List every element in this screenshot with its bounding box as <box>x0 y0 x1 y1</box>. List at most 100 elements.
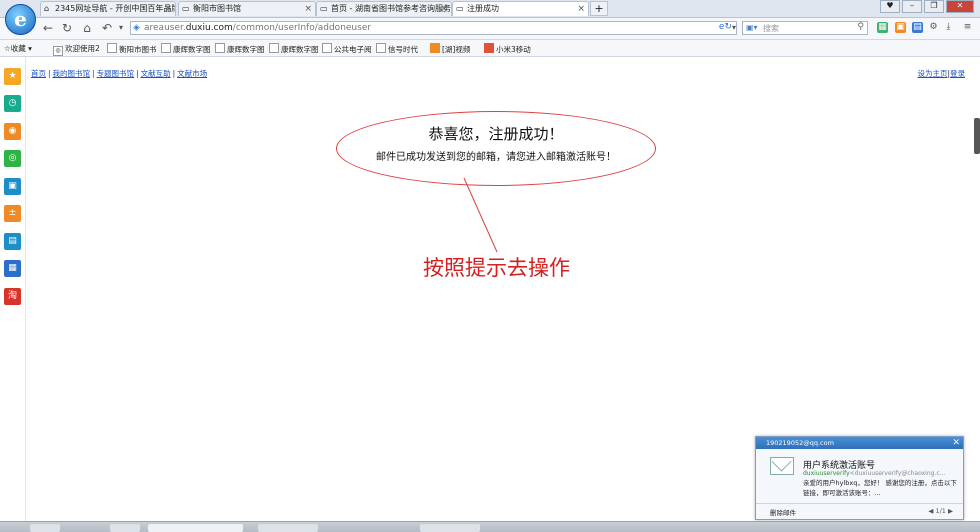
reader-icon <box>322 43 332 53</box>
calculator-icon[interactable]: ± <box>4 205 21 222</box>
taskbar <box>0 521 980 532</box>
taobao-icon[interactable]: 淘 <box>4 288 21 305</box>
bookmark-item[interactable]: 康辉数字图 <box>161 43 211 55</box>
nav-link-doc-exchange[interactable]: 文献互助 <box>141 69 171 78</box>
tab-label: 首页 - 湖南省图书馆参考咨询服务 <box>331 4 451 13</box>
notification-account: 190219052@qq.com <box>766 439 834 447</box>
bookmarks-bar: ☆收藏 ▾ ◎ 欢迎使用2 衡阳市图书 康辉数字图 康辉数字图 康辉数字图 公共电… <box>0 40 980 57</box>
menu-icon[interactable]: ≡ <box>962 22 973 33</box>
new-tab-button[interactable]: + <box>590 1 608 16</box>
address-input[interactable]: ◈ areauser.duxiu.com/common/userInfo/add… <box>130 21 737 35</box>
envelope-icon <box>770 457 794 475</box>
chevron-down-icon[interactable]: ▾ <box>114 21 128 35</box>
favorites-button[interactable]: ☆收藏 ▾ <box>4 43 32 54</box>
screenshot-icon[interactable]: ▣ <box>895 22 906 33</box>
nav-separator: | <box>172 69 176 78</box>
reader-icon <box>376 43 386 53</box>
nav-link-topic-library[interactable]: 专题图书馆 <box>97 69 135 78</box>
tab-register-success[interactable]: ▭ 注册成功 × <box>452 1 589 16</box>
bookmark-item[interactable]: 信号时代 <box>376 43 418 55</box>
top-nav: 首页 | 我的图书馆 | 专题图书馆 | 文献互助 | 文献市场 <box>31 68 207 79</box>
chevron-down-icon[interactable]: ▾ <box>727 21 741 35</box>
notes-icon[interactable]: ▤ <box>4 233 21 250</box>
back-icon[interactable]: ← <box>41 21 55 35</box>
page-icon: ▭ <box>182 4 190 13</box>
undo-icon[interactable]: ↶ <box>100 21 114 35</box>
browser-logo-icon[interactable]: e <box>5 4 36 35</box>
nav-separator: | <box>92 69 95 78</box>
desktop-icon[interactable]: ▦ <box>4 260 21 277</box>
close-icon[interactable]: ✕ <box>952 437 960 449</box>
address-toolbar: ← ↻ ⌂ ↶ ▾ ◈ areauser.duxiu.com/common/us… <box>0 18 980 40</box>
notification-header: 190219052@qq.com ✕ <box>756 437 963 449</box>
refresh-icon[interactable]: ↻ <box>60 21 74 35</box>
nav-link-my-library[interactable]: 我的图书馆 <box>53 69 91 78</box>
set-homepage-link[interactable]: 设为主页 <box>917 69 947 78</box>
page-icon <box>107 43 117 53</box>
bookmark-item[interactable]: 公共电子阅 <box>322 43 372 55</box>
search-icon[interactable]: ⚲ <box>857 22 864 32</box>
success-title: 恭喜您，注册成功！ <box>428 125 564 143</box>
bookmark-item[interactable]: 衡阳市图书 <box>107 43 157 55</box>
close-icon[interactable]: × <box>304 2 312 16</box>
bookmark-item[interactable]: 小米3移动 <box>484 43 531 55</box>
scrollbar[interactable] <box>974 118 980 154</box>
prev-icon[interactable]: ◀ <box>928 507 933 515</box>
top-right-links: 设为主页|登录 <box>917 68 965 79</box>
image-icon[interactable]: ▤ <box>912 22 923 33</box>
close-icon[interactable]: × <box>164 2 172 16</box>
page-icon <box>269 43 279 53</box>
bookmark-item[interactable]: [湖]视频 <box>430 43 470 55</box>
maximize-button[interactable]: ❐ <box>924 0 944 13</box>
search-input[interactable]: ▣▾ 搜索 ⚲ <box>742 21 868 35</box>
tab-label: 注册成功 <box>467 4 499 13</box>
page-indicator: 1/1 <box>935 507 946 515</box>
success-message: 邮件已成功发送到您的邮箱，请您进入邮箱激活账号！ <box>376 152 616 163</box>
tab-hunan-library[interactable]: ▭ 首页 - 湖南省图书馆参考咨询服务 × <box>316 1 452 16</box>
download-icon[interactable]: ⤓ <box>943 22 954 33</box>
wechat-icon[interactable]: ◎ <box>4 150 21 167</box>
url-text: areauser.duxiu.com/common/userInfo/addon… <box>144 23 372 33</box>
delete-mail-button[interactable]: 删除邮件 <box>770 507 796 517</box>
nav-link-doc-market[interactable]: 文献市场 <box>177 69 207 78</box>
nav-separator: | <box>48 69 51 78</box>
search-engine-icon[interactable]: ▣▾ <box>746 23 758 32</box>
video-icon <box>430 43 440 53</box>
bookmark-item[interactable]: 康辉数字图 <box>269 43 319 55</box>
star-icon[interactable]: ★ <box>4 68 21 85</box>
bookmark-item[interactable]: 康辉数字图 <box>215 43 265 55</box>
close-icon[interactable]: × <box>440 2 448 16</box>
apps-icon[interactable]: ▦ <box>877 22 888 33</box>
home-icon[interactable]: ⌂ <box>80 21 94 35</box>
tab-2345[interactable]: ⌂ 2345网址导航 - 开创中国百年品牌 × <box>40 1 176 16</box>
search-placeholder: 搜索 <box>763 24 779 33</box>
skin-icon[interactable]: ♥ <box>880 0 900 13</box>
page-icon <box>161 43 171 53</box>
weibo-icon[interactable]: ◉ <box>4 123 21 140</box>
shield-icon: ◈ <box>133 23 140 33</box>
globe-icon: ◎ <box>53 46 63 56</box>
screen-icon[interactable]: ▣ <box>4 178 21 195</box>
tab-hengyang-library[interactable]: ▭ 衡阳市图书馆 × <box>178 1 316 16</box>
nav-link-home[interactable]: 首页 <box>31 69 46 78</box>
login-link[interactable]: 登录 <box>950 69 965 78</box>
next-icon[interactable]: ▶ <box>948 507 953 515</box>
page-icon <box>215 43 225 53</box>
page-icon: ▭ <box>320 4 328 13</box>
notification-footer: 删除邮件 ◀ 1/1 ▶ <box>756 503 963 519</box>
settings-icon[interactable]: ⚙ <box>928 22 939 33</box>
close-window-button[interactable]: ✕ <box>946 0 974 13</box>
tab-bar: ⌂ 2345网址导航 - 开创中国百年品牌 × ▭ 衡阳市图书馆 × ▭ 首页 … <box>0 0 980 18</box>
window-controls: ♥ – ❐ ✕ <box>880 0 974 13</box>
tab-label: 2345网址导航 - 开创中国百年品牌 <box>55 4 176 13</box>
clock-icon[interactable]: ◷ <box>4 95 21 112</box>
notification-body[interactable]: 亲爱的用户hylbxq，您好！ 感谢您的注册，点击以下链接，即可激活该账号：..… <box>803 478 960 498</box>
nav-separator: | <box>136 69 139 78</box>
tab-label: 衡阳市图书馆 <box>193 4 241 13</box>
bookmark-item[interactable]: ◎ 欢迎使用2 <box>53 43 100 56</box>
minimize-button[interactable]: – <box>902 0 922 13</box>
close-icon[interactable]: × <box>577 2 585 16</box>
notification-pager: ◀ 1/1 ▶ <box>928 507 953 515</box>
notification-sender: duxiuuserverify<duxiuuserverify@chaoxing… <box>803 470 946 477</box>
mail-notification[interactable]: 190219052@qq.com ✕ 用户系统激活账号 duxiuuserver… <box>755 436 964 520</box>
